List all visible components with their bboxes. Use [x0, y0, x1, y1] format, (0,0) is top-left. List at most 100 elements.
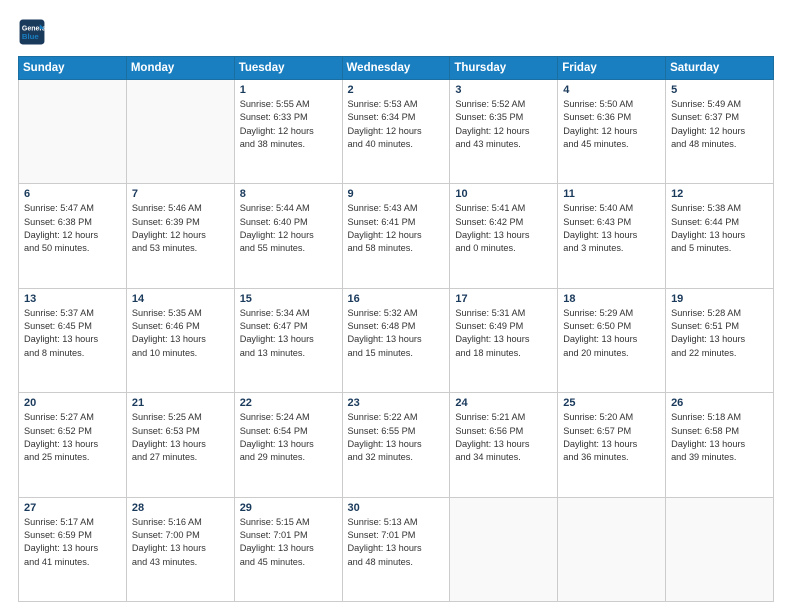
day-info: Sunrise: 5:52 AM Sunset: 6:35 PM Dayligh… — [455, 98, 552, 151]
day-info: Sunrise: 5:43 AM Sunset: 6:41 PM Dayligh… — [348, 202, 445, 255]
calendar-cell: 22 Sunrise: 5:24 AM Sunset: 6:54 PM Dayli… — [234, 393, 342, 497]
weekday-thursday: Thursday — [450, 57, 558, 80]
calendar-cell: 26Sunrise: 5:18 AM Sunset: 6:58 PM Dayli… — [666, 393, 774, 497]
day-number: 25 — [563, 397, 660, 409]
week-row-1: 6 Sunrise: 5:47 AM Sunset: 6:38 PM Daylig… — [19, 184, 774, 288]
day-number: 20 — [24, 397, 121, 409]
weekday-monday: Monday — [126, 57, 234, 80]
calendar-cell: 23 Sunrise: 5:22 AM Sunset: 6:55 PM Dayli… — [342, 393, 450, 497]
weekday-saturday: Saturday — [666, 57, 774, 80]
calendar-cell: 21 Sunrise: 5:25 AM Sunset: 6:53 PM Dayli… — [126, 393, 234, 497]
day-number: 5 — [671, 84, 768, 96]
day-info: Sunrise: 5:24 AM Sunset: 6:54 PM Dayligh… — [240, 411, 337, 464]
day-info: Sunrise: 5:37 AM Sunset: 6:45 PM Dayligh… — [24, 307, 121, 360]
day-number: 18 — [563, 293, 660, 305]
calendar-cell: 28 Sunrise: 5:16 AM Sunset: 7:00 PM Dayli… — [126, 497, 234, 601]
calendar-cell: 5 Sunrise: 5:49 AM Sunset: 6:37 PM Daylig… — [666, 80, 774, 184]
day-info: Sunrise: 5:18 AM Sunset: 6:58 PM Dayligh… — [671, 411, 768, 464]
calendar-cell: 27 Sunrise: 5:17 AM Sunset: 6:59 PM Dayli… — [19, 497, 127, 601]
day-number: 16 — [348, 293, 445, 305]
calendar-cell: 8 Sunrise: 5:44 AM Sunset: 6:40 PM Daylig… — [234, 184, 342, 288]
calendar-cell: 7Sunrise: 5:46 AM Sunset: 6:39 PM Daylig… — [126, 184, 234, 288]
calendar-cell: 25Sunrise: 5:20 AM Sunset: 6:57 PM Dayli… — [558, 393, 666, 497]
week-row-0: 1Sunrise: 5:55 AM Sunset: 6:33 PM Daylig… — [19, 80, 774, 184]
day-number: 19 — [671, 293, 768, 305]
day-number: 13 — [24, 293, 121, 305]
calendar-cell — [558, 497, 666, 601]
weekday-wednesday: Wednesday — [342, 57, 450, 80]
day-info: Sunrise: 5:34 AM Sunset: 6:47 PM Dayligh… — [240, 307, 337, 360]
day-number: 23 — [348, 397, 445, 409]
calendar-cell — [19, 80, 127, 184]
day-number: 17 — [455, 293, 552, 305]
day-number: 8 — [240, 188, 337, 200]
day-number: 4 — [563, 84, 660, 96]
day-number: 21 — [132, 397, 229, 409]
header: General Blue — [18, 18, 774, 46]
calendar-cell — [126, 80, 234, 184]
day-number: 28 — [132, 502, 229, 514]
day-number: 22 — [240, 397, 337, 409]
week-row-4: 27 Sunrise: 5:17 AM Sunset: 6:59 PM Dayli… — [19, 497, 774, 601]
calendar-cell: 18 Sunrise: 5:29 AM Sunset: 6:50 PM Dayli… — [558, 288, 666, 392]
calendar-cell: 20 Sunrise: 5:27 AM Sunset: 6:52 PM Dayli… — [19, 393, 127, 497]
day-info: Sunrise: 5:46 AM Sunset: 6:39 PM Dayligh… — [132, 202, 229, 255]
calendar-cell: 19 Sunrise: 5:28 AM Sunset: 6:51 PM Dayli… — [666, 288, 774, 392]
day-info: Sunrise: 5:41 AM Sunset: 6:42 PM Dayligh… — [455, 202, 552, 255]
day-info: Sunrise: 5:27 AM Sunset: 6:52 PM Dayligh… — [24, 411, 121, 464]
day-info: Sunrise: 5:13 AM Sunset: 7:01 PM Dayligh… — [348, 516, 445, 569]
day-info: Sunrise: 5:50 AM Sunset: 6:36 PM Dayligh… — [563, 98, 660, 151]
day-number: 27 — [24, 502, 121, 514]
calendar-cell: 29 Sunrise: 5:15 AM Sunset: 7:01 PM Dayli… — [234, 497, 342, 601]
day-info: Sunrise: 5:44 AM Sunset: 6:40 PM Dayligh… — [240, 202, 337, 255]
day-number: 9 — [348, 188, 445, 200]
day-info: Sunrise: 5:17 AM Sunset: 6:59 PM Dayligh… — [24, 516, 121, 569]
svg-text:Blue: Blue — [22, 32, 40, 41]
day-number: 1 — [240, 84, 337, 96]
day-info: Sunrise: 5:32 AM Sunset: 6:48 PM Dayligh… — [348, 307, 445, 360]
logo: General Blue — [18, 18, 46, 46]
calendar-cell: 24 Sunrise: 5:21 AM Sunset: 6:56 PM Dayli… — [450, 393, 558, 497]
logo-icon: General Blue — [18, 18, 46, 46]
calendar-cell: 9 Sunrise: 5:43 AM Sunset: 6:41 PM Daylig… — [342, 184, 450, 288]
day-number: 12 — [671, 188, 768, 200]
weekday-tuesday: Tuesday — [234, 57, 342, 80]
calendar-cell — [666, 497, 774, 601]
calendar-cell: 10 Sunrise: 5:41 AM Sunset: 6:42 PM Dayli… — [450, 184, 558, 288]
day-info: Sunrise: 5:29 AM Sunset: 6:50 PM Dayligh… — [563, 307, 660, 360]
day-info: Sunrise: 5:53 AM Sunset: 6:34 PM Dayligh… — [348, 98, 445, 151]
calendar-cell: 2 Sunrise: 5:53 AM Sunset: 6:34 PM Daylig… — [342, 80, 450, 184]
day-info: Sunrise: 5:25 AM Sunset: 6:53 PM Dayligh… — [132, 411, 229, 464]
day-info: Sunrise: 5:16 AM Sunset: 7:00 PM Dayligh… — [132, 516, 229, 569]
day-info: Sunrise: 5:21 AM Sunset: 6:56 PM Dayligh… — [455, 411, 552, 464]
calendar-cell: 1Sunrise: 5:55 AM Sunset: 6:33 PM Daylig… — [234, 80, 342, 184]
calendar-cell: 3 Sunrise: 5:52 AM Sunset: 6:35 PM Daylig… — [450, 80, 558, 184]
calendar-cell: 15 Sunrise: 5:34 AM Sunset: 6:47 PM Dayli… — [234, 288, 342, 392]
day-number: 24 — [455, 397, 552, 409]
calendar-cell: 17Sunrise: 5:31 AM Sunset: 6:49 PM Dayli… — [450, 288, 558, 392]
day-info: Sunrise: 5:28 AM Sunset: 6:51 PM Dayligh… — [671, 307, 768, 360]
day-number: 30 — [348, 502, 445, 514]
day-info: Sunrise: 5:22 AM Sunset: 6:55 PM Dayligh… — [348, 411, 445, 464]
page: General Blue SundayMondayTuesdayWednesda… — [0, 0, 792, 612]
calendar-cell: 14 Sunrise: 5:35 AM Sunset: 6:46 PM Dayli… — [126, 288, 234, 392]
calendar-table: SundayMondayTuesdayWednesdayThursdayFrid… — [18, 56, 774, 602]
day-number: 6 — [24, 188, 121, 200]
week-row-2: 13 Sunrise: 5:37 AM Sunset: 6:45 PM Dayli… — [19, 288, 774, 392]
day-info: Sunrise: 5:40 AM Sunset: 6:43 PM Dayligh… — [563, 202, 660, 255]
day-info: Sunrise: 5:47 AM Sunset: 6:38 PM Dayligh… — [24, 202, 121, 255]
weekday-header-row: SundayMondayTuesdayWednesdayThursdayFrid… — [19, 57, 774, 80]
week-row-3: 20 Sunrise: 5:27 AM Sunset: 6:52 PM Dayli… — [19, 393, 774, 497]
day-info: Sunrise: 5:15 AM Sunset: 7:01 PM Dayligh… — [240, 516, 337, 569]
day-number: 11 — [563, 188, 660, 200]
day-number: 3 — [455, 84, 552, 96]
day-number: 15 — [240, 293, 337, 305]
day-info: Sunrise: 5:35 AM Sunset: 6:46 PM Dayligh… — [132, 307, 229, 360]
day-number: 2 — [348, 84, 445, 96]
day-number: 29 — [240, 502, 337, 514]
day-number: 14 — [132, 293, 229, 305]
day-number: 10 — [455, 188, 552, 200]
calendar-cell — [450, 497, 558, 601]
day-info: Sunrise: 5:49 AM Sunset: 6:37 PM Dayligh… — [671, 98, 768, 151]
calendar-cell: 13 Sunrise: 5:37 AM Sunset: 6:45 PM Dayli… — [19, 288, 127, 392]
